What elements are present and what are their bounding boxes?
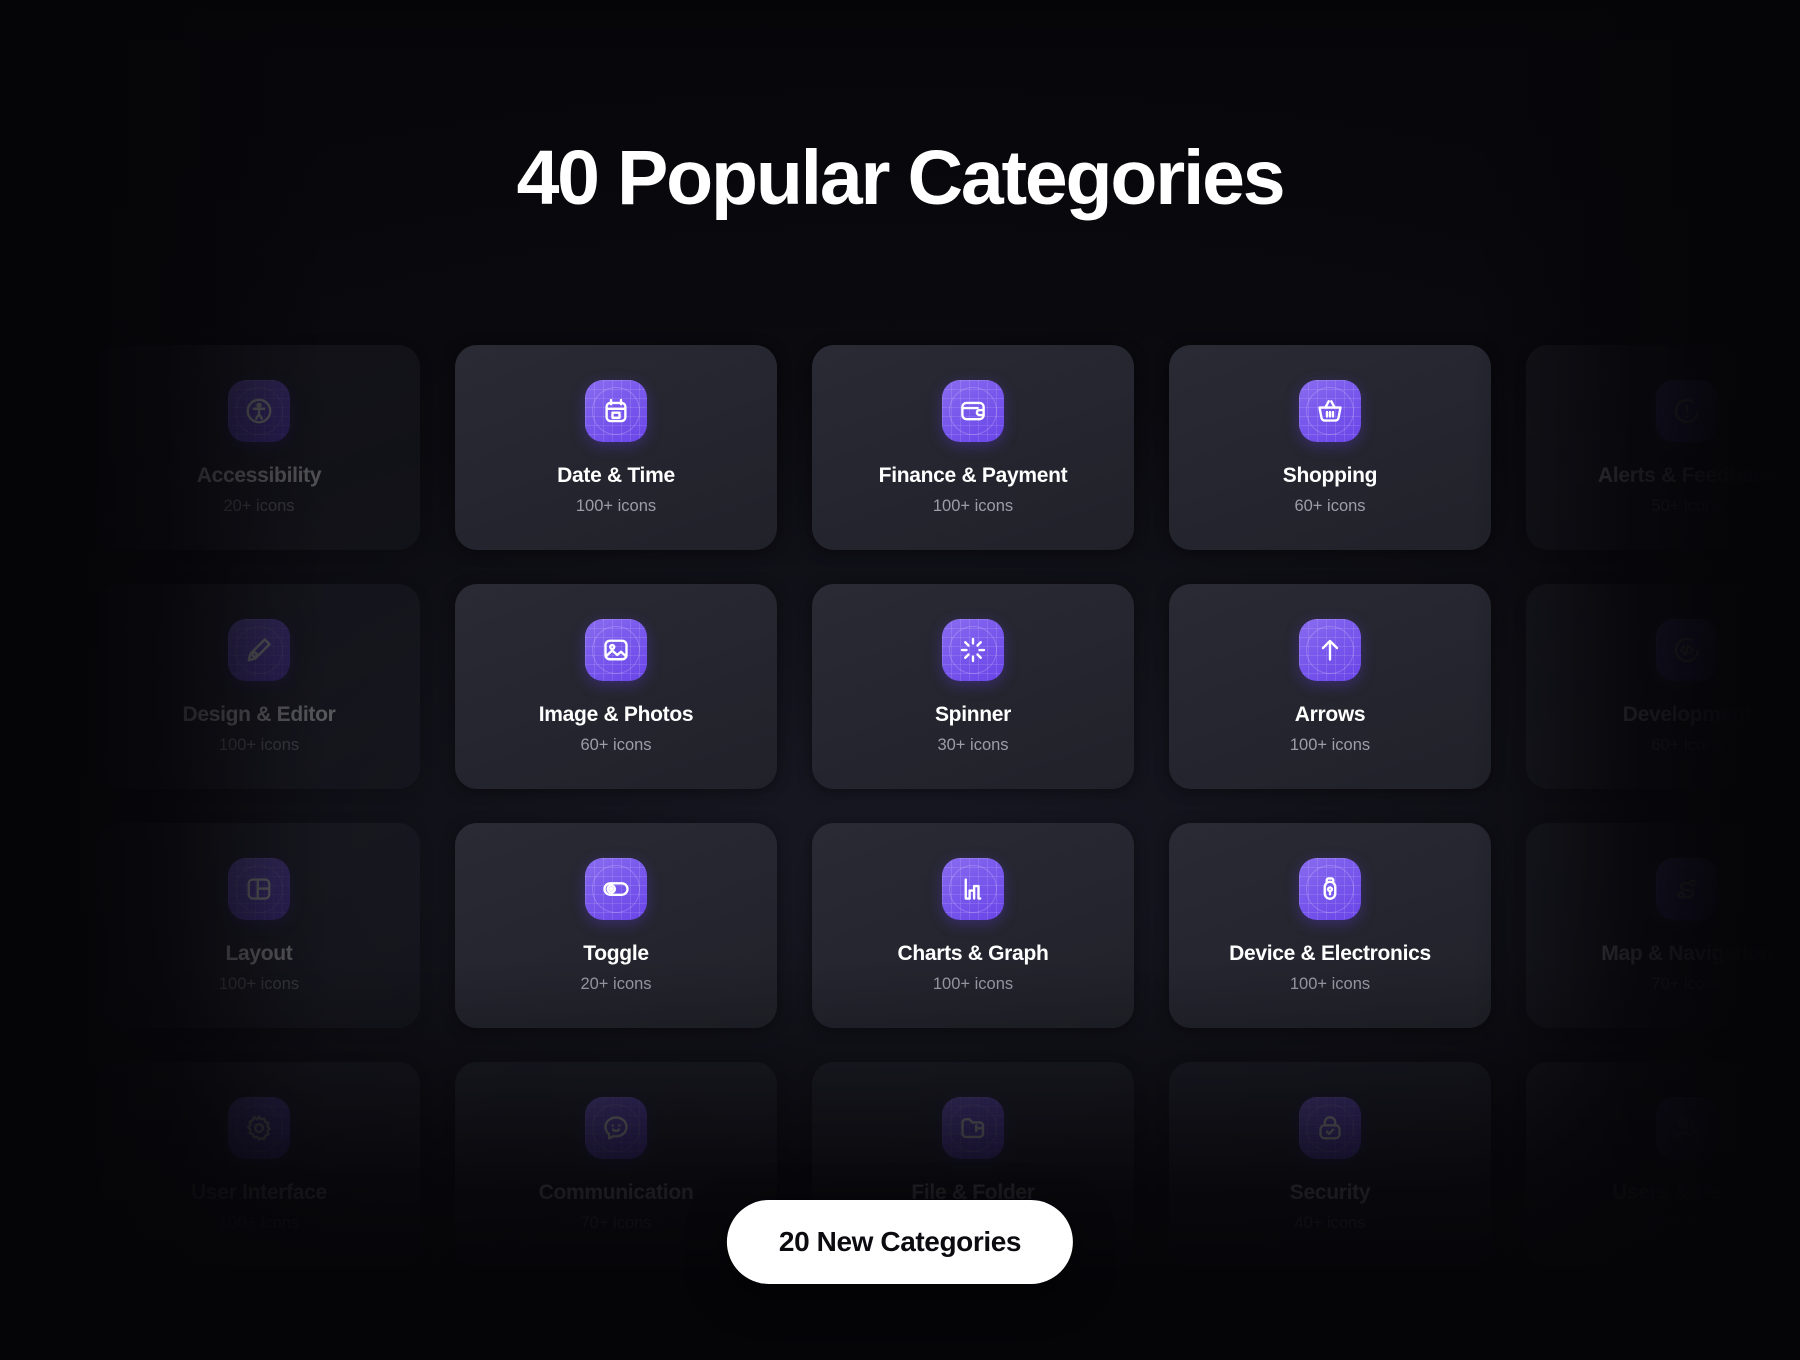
lock-check-icon bbox=[1299, 1096, 1361, 1159]
folder-icon bbox=[942, 1096, 1004, 1159]
users-icon bbox=[1656, 1096, 1718, 1159]
page-title-wrap: 40 Popular Categories bbox=[0, 132, 1800, 224]
category-card-title: Alerts & Feedback bbox=[1597, 463, 1777, 487]
category-card-title: Layout bbox=[225, 941, 293, 965]
category-card[interactable]: Date & Time 100+ icons bbox=[455, 345, 777, 550]
category-card-count: 100+ icons bbox=[1646, 1213, 1728, 1232]
category-card-title: Shopping bbox=[1282, 463, 1378, 487]
category-card-title: Map & Navigation bbox=[1601, 941, 1773, 965]
basket-icon bbox=[1299, 379, 1361, 442]
category-card-title: Arrows bbox=[1294, 702, 1366, 726]
category-card[interactable]: Alerts & Feedback 50+ icons bbox=[1526, 345, 1800, 550]
category-card-title: Accessibility bbox=[196, 463, 322, 487]
chat-smile-icon bbox=[585, 1096, 647, 1159]
category-card-title: Image & Photos bbox=[538, 702, 694, 726]
category-card[interactable]: Map & Navigation 70+ icons bbox=[1526, 823, 1800, 1028]
category-card[interactable]: Accessibility 20+ icons bbox=[98, 345, 420, 550]
alert-circle-icon bbox=[1656, 379, 1718, 442]
category-card-title: Charts & Graph bbox=[897, 941, 1049, 965]
category-card-count: 100+ icons bbox=[218, 1213, 300, 1232]
calendar-icon bbox=[585, 379, 647, 442]
pen-tool-icon bbox=[228, 618, 290, 681]
page-title: 40 Popular Categories bbox=[516, 135, 1286, 221]
arrow-up-icon bbox=[1299, 618, 1361, 681]
category-card-count: 100+ icons bbox=[218, 974, 300, 993]
category-card[interactable]: Design & Editor 100+ icons bbox=[98, 584, 420, 789]
toggle-icon bbox=[585, 857, 647, 920]
category-card[interactable] bbox=[812, 1301, 1134, 1360]
category-card[interactable]: Layout 100+ icons bbox=[98, 823, 420, 1028]
category-card[interactable]: Charts & Graph 100+ icons bbox=[812, 823, 1134, 1028]
category-card-title: User Interface bbox=[191, 1180, 327, 1204]
category-card[interactable]: Image & Photos 60+ icons bbox=[455, 584, 777, 789]
category-card-count: 60+ icons bbox=[1651, 735, 1723, 754]
category-card-title: Spinner bbox=[934, 702, 1012, 726]
category-card[interactable] bbox=[455, 1301, 777, 1360]
category-card-count: 100+ icons bbox=[575, 496, 657, 515]
category-card-count: 100+ icons bbox=[1289, 735, 1371, 754]
category-card-count: 100+ icons bbox=[218, 735, 300, 754]
category-card[interactable] bbox=[98, 1301, 420, 1360]
accessibility-icon bbox=[228, 379, 290, 442]
gear-icon bbox=[228, 1096, 290, 1159]
bar-chart-icon bbox=[942, 857, 1004, 920]
category-card[interactable]: Development 60+ icons bbox=[1526, 584, 1800, 789]
category-card[interactable]: User Interface 100+ icons bbox=[98, 1062, 420, 1267]
spinner-icon bbox=[942, 618, 1004, 681]
category-card[interactable]: Spinner 30+ icons bbox=[812, 584, 1134, 789]
category-card[interactable]: Security 40+ icons bbox=[1169, 1062, 1491, 1267]
category-card-count: 100+ icons bbox=[932, 974, 1014, 993]
category-card-title: Toggle bbox=[583, 941, 649, 965]
category-card-count: 100+ icons bbox=[932, 496, 1014, 515]
category-card[interactable]: Users & People 100+ icons bbox=[1526, 1062, 1800, 1267]
category-card-count: 70+ icons bbox=[580, 1213, 652, 1232]
category-card[interactable]: Arrows 100+ icons bbox=[1169, 584, 1491, 789]
category-card[interactable]: Finance & Payment 100+ icons bbox=[812, 345, 1134, 550]
category-card-title: Users & People bbox=[1612, 1180, 1762, 1204]
category-card[interactable]: Shopping 60+ icons bbox=[1169, 345, 1491, 550]
category-card-title: Development bbox=[1622, 702, 1752, 726]
category-showcase: 40 Popular Categories Accessibility 20+ i… bbox=[0, 0, 1800, 1360]
new-categories-label: 20 New Categories bbox=[778, 1226, 1022, 1257]
wallet-icon bbox=[942, 379, 1004, 442]
category-card-count: 50+ icons bbox=[1651, 496, 1723, 515]
category-card[interactable] bbox=[1169, 1301, 1491, 1360]
category-card-title: Security bbox=[1289, 1180, 1371, 1204]
category-card-title: Design & Editor bbox=[182, 702, 336, 726]
route-icon bbox=[1656, 857, 1718, 920]
category-card-count: 40+ icons bbox=[1294, 1213, 1366, 1232]
category-card-title: Device & Electronics bbox=[1229, 941, 1431, 965]
code-icon bbox=[1656, 618, 1718, 681]
new-categories-button[interactable]: 20 New Categories bbox=[726, 1200, 1074, 1284]
category-card[interactable] bbox=[1526, 1301, 1800, 1360]
image-icon bbox=[585, 618, 647, 681]
category-card[interactable]: Toggle 20+ icons bbox=[455, 823, 777, 1028]
category-card-count: 70+ icons bbox=[1651, 974, 1723, 993]
category-card-title: Communication bbox=[538, 1180, 694, 1204]
top-fade-overlay bbox=[0, 0, 1800, 60]
category-card-count: 60+ icons bbox=[1294, 496, 1366, 515]
category-card-count: 20+ icons bbox=[223, 496, 295, 515]
category-card-title: Finance & Payment bbox=[878, 463, 1068, 487]
category-card-count: 20+ icons bbox=[580, 974, 652, 993]
category-card[interactable]: Device & Electronics 100+ icons bbox=[1169, 823, 1491, 1028]
category-card-count: 100+ icons bbox=[1289, 974, 1371, 993]
usb-device-icon bbox=[1299, 857, 1361, 920]
category-card-count: 30+ icons bbox=[937, 735, 1009, 754]
category-card-count: 60+ icons bbox=[580, 735, 652, 754]
layout-icon bbox=[228, 857, 290, 920]
category-card-title: Date & Time bbox=[557, 463, 675, 487]
